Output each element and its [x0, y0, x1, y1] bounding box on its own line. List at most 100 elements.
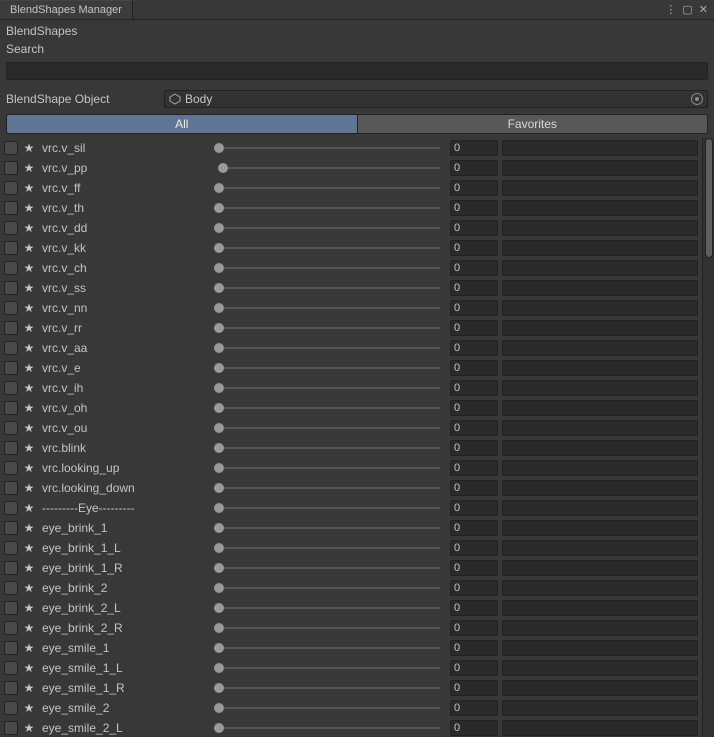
star-icon[interactable]: ★: [22, 441, 36, 455]
slider-thumb[interactable]: [214, 643, 224, 653]
blendshape-slider[interactable]: [212, 679, 446, 697]
blendshape-slider[interactable]: [212, 439, 446, 457]
row-checkbox[interactable]: [4, 341, 18, 355]
blendshape-slider[interactable]: [212, 339, 446, 357]
panel-tab[interactable]: BlendShapes Manager: [0, 0, 133, 19]
row-checkbox[interactable]: [4, 581, 18, 595]
row-checkbox[interactable]: [4, 661, 18, 675]
tab-all[interactable]: All: [7, 115, 357, 133]
blendshape-tag-field[interactable]: [502, 460, 698, 476]
slider-thumb[interactable]: [214, 623, 224, 633]
slider-thumb[interactable]: [214, 263, 224, 273]
blendshape-value[interactable]: 0: [450, 220, 498, 236]
blendshape-value[interactable]: 0: [450, 500, 498, 516]
star-icon[interactable]: ★: [22, 521, 36, 535]
blendshape-tag-field[interactable]: [502, 540, 698, 556]
scrollbar[interactable]: [702, 138, 714, 737]
slider-thumb[interactable]: [214, 183, 224, 193]
blendshape-tag-field[interactable]: [502, 620, 698, 636]
blendshape-slider[interactable]: [212, 259, 446, 277]
row-checkbox[interactable]: [4, 621, 18, 635]
blendshape-tag-field[interactable]: [502, 200, 698, 216]
slider-thumb[interactable]: [214, 363, 224, 373]
slider-thumb[interactable]: [214, 423, 224, 433]
blendshape-slider[interactable]: [212, 299, 446, 317]
blendshape-value[interactable]: 0: [450, 520, 498, 536]
tab-favorites[interactable]: Favorites: [357, 115, 708, 133]
star-icon[interactable]: ★: [22, 661, 36, 675]
star-icon[interactable]: ★: [22, 221, 36, 235]
row-checkbox[interactable]: [4, 441, 18, 455]
star-icon[interactable]: ★: [22, 281, 36, 295]
blendshape-slider[interactable]: [212, 319, 446, 337]
blendshape-slider[interactable]: [212, 139, 446, 157]
blendshape-tag-field[interactable]: [502, 260, 698, 276]
row-checkbox[interactable]: [4, 461, 18, 475]
blendshape-slider[interactable]: [212, 239, 446, 257]
blendshape-value[interactable]: 0: [450, 380, 498, 396]
star-icon[interactable]: ★: [22, 621, 36, 635]
blendshape-tag-field[interactable]: [502, 660, 698, 676]
blendshape-slider[interactable]: [212, 419, 446, 437]
blendshape-slider[interactable]: [212, 279, 446, 297]
row-checkbox[interactable]: [4, 141, 18, 155]
star-icon[interactable]: ★: [22, 321, 36, 335]
blendshape-slider[interactable]: [212, 499, 446, 517]
blendshape-slider[interactable]: [212, 559, 446, 577]
blendshape-slider[interactable]: [212, 479, 446, 497]
blendshape-slider[interactable]: [212, 459, 446, 477]
slider-thumb[interactable]: [214, 143, 224, 153]
blendshape-tag-field[interactable]: [502, 640, 698, 656]
blendshape-value[interactable]: 0: [450, 420, 498, 436]
slider-thumb[interactable]: [214, 223, 224, 233]
blendshape-tag-field[interactable]: [502, 340, 698, 356]
blendshape-tag-field[interactable]: [502, 560, 698, 576]
blendshape-tag-field[interactable]: [502, 300, 698, 316]
blendshape-tag-field[interactable]: [502, 360, 698, 376]
row-checkbox[interactable]: [4, 501, 18, 515]
blendshape-tag-field[interactable]: [502, 500, 698, 516]
star-icon[interactable]: ★: [22, 541, 36, 555]
row-checkbox[interactable]: [4, 681, 18, 695]
star-icon[interactable]: ★: [22, 261, 36, 275]
blendshape-tag-field[interactable]: [502, 520, 698, 536]
blendshape-tag-field[interactable]: [502, 140, 698, 156]
star-icon[interactable]: ★: [22, 301, 36, 315]
blendshape-slider[interactable]: [212, 619, 446, 637]
slider-thumb[interactable]: [214, 203, 224, 213]
blendshape-tag-field[interactable]: [502, 700, 698, 716]
blendshape-tag-field[interactable]: [502, 420, 698, 436]
blendshape-value[interactable]: 0: [450, 140, 498, 156]
row-checkbox[interactable]: [4, 561, 18, 575]
slider-thumb[interactable]: [214, 563, 224, 573]
star-icon[interactable]: ★: [22, 561, 36, 575]
slider-thumb[interactable]: [214, 443, 224, 453]
row-checkbox[interactable]: [4, 321, 18, 335]
row-checkbox[interactable]: [4, 361, 18, 375]
scrollbar-thumb[interactable]: [705, 138, 713, 258]
blendshape-tag-field[interactable]: [502, 580, 698, 596]
row-checkbox[interactable]: [4, 601, 18, 615]
blendshape-value[interactable]: 0: [450, 680, 498, 696]
star-icon[interactable]: ★: [22, 161, 36, 175]
blendshape-tag-field[interactable]: [502, 720, 698, 736]
star-icon[interactable]: ★: [22, 341, 36, 355]
star-icon[interactable]: ★: [22, 481, 36, 495]
row-checkbox[interactable]: [4, 701, 18, 715]
blendshape-slider[interactable]: [212, 219, 446, 237]
slider-thumb[interactable]: [214, 543, 224, 553]
row-checkbox[interactable]: [4, 541, 18, 555]
blendshape-tag-field[interactable]: [502, 600, 698, 616]
blendshape-value[interactable]: 0: [450, 720, 498, 736]
star-icon[interactable]: ★: [22, 461, 36, 475]
blendshape-value[interactable]: 0: [450, 300, 498, 316]
blendshape-slider[interactable]: [212, 699, 446, 717]
slider-thumb[interactable]: [214, 463, 224, 473]
blendshape-slider[interactable]: [212, 379, 446, 397]
blendshape-tag-field[interactable]: [502, 240, 698, 256]
row-checkbox[interactable]: [4, 381, 18, 395]
row-checkbox[interactable]: [4, 201, 18, 215]
slider-thumb[interactable]: [214, 323, 224, 333]
search-input[interactable]: [7, 63, 707, 79]
blendshape-tag-field[interactable]: [502, 440, 698, 456]
